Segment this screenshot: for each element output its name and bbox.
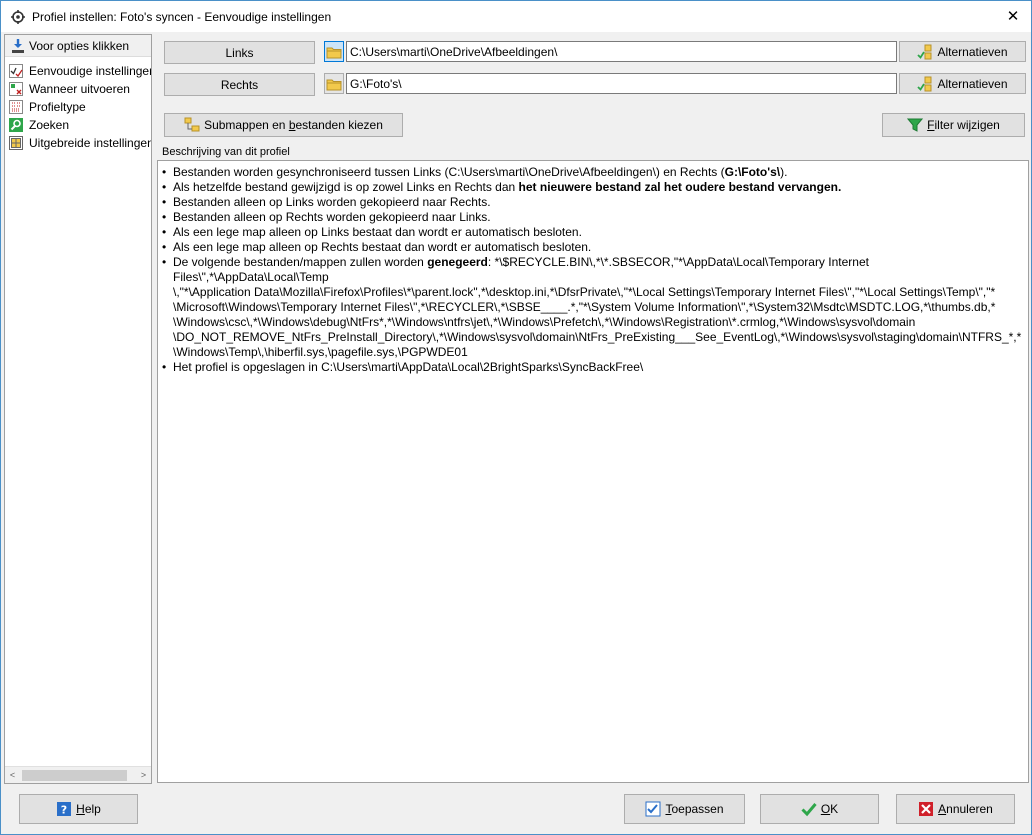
description-item: Bestanden alleen op Rechts worden gekopi… bbox=[162, 210, 1024, 225]
description-item: De volgende bestanden/mappen zullen word… bbox=[162, 255, 1024, 360]
ok-button[interactable]: OK bbox=[760, 794, 879, 824]
grid-icon bbox=[9, 136, 23, 150]
description-item: Als een lege map alleen op Links bestaat… bbox=[162, 225, 1024, 240]
options-header[interactable]: Voor opties klikken bbox=[5, 35, 151, 57]
options-header-label: Voor opties klikken bbox=[29, 38, 130, 53]
scroll-left-icon[interactable]: < bbox=[5, 768, 20, 783]
nav-item-eenvoudige-instellingen[interactable]: Eenvoudige instellingen bbox=[5, 62, 151, 80]
cancel-label: Annuleren bbox=[938, 802, 993, 816]
description-label: Beschrijving van dit profiel bbox=[162, 146, 290, 158]
window-title: Profiel instellen: Foto's syncen - Eenvo… bbox=[32, 9, 332, 24]
folder-icon bbox=[326, 79, 342, 90]
nav-item-label: Uitgebreide instellingen bbox=[29, 136, 151, 150]
links-button[interactable]: Links bbox=[164, 41, 315, 64]
horizontal-scrollbar[interactable]: < > bbox=[5, 766, 151, 783]
nav-item-label: Wanneer uitvoeren bbox=[29, 82, 130, 96]
description-box: Bestanden worden gesynchroniseerd tussen… bbox=[157, 160, 1029, 783]
links-browse-button[interactable] bbox=[324, 41, 344, 62]
cancel-button[interactable]: Annuleren bbox=[896, 794, 1015, 824]
rechts-button[interactable]: Rechts bbox=[164, 73, 315, 96]
cancel-icon bbox=[919, 802, 934, 816]
description-item: Als hetzelfde bestand gewijzigd is op zo… bbox=[162, 180, 1024, 195]
apply-icon bbox=[645, 801, 661, 817]
rechts-browse-button[interactable] bbox=[324, 73, 344, 94]
alternatives-icon bbox=[917, 44, 932, 59]
rechts-alternatives-button[interactable]: Alternatieven bbox=[899, 73, 1026, 94]
scroll-thumb[interactable] bbox=[22, 769, 127, 781]
description-item: Als een lege map alleen op Rechts bestaa… bbox=[162, 240, 1024, 255]
title-bar: Profiel instellen: Foto's syncen - Eenvo… bbox=[1, 1, 1031, 32]
search-icon bbox=[9, 118, 23, 132]
links-path-input[interactable] bbox=[346, 41, 897, 62]
links-alternatives-label: Alternatieven bbox=[937, 44, 1008, 59]
schedule-icon bbox=[9, 82, 23, 96]
alternatives-icon bbox=[917, 76, 932, 91]
nav-item-profieltype[interactable]: Profieltype bbox=[5, 98, 151, 116]
description-item: Bestanden alleen op Links worden gekopie… bbox=[162, 195, 1024, 210]
nav-item-wanneer-uitvoeren[interactable]: Wanneer uitvoeren bbox=[5, 80, 151, 98]
choose-subfolders-label: Submappen en bestanden kiezen bbox=[204, 118, 383, 132]
download-arrow-icon bbox=[12, 38, 24, 53]
description-item: Bestanden worden gesynchroniseerd tussen… bbox=[162, 165, 1024, 180]
profile-type-icon bbox=[9, 100, 23, 114]
ok-label: OK bbox=[820, 802, 839, 816]
links-button-label: Links bbox=[225, 45, 254, 60]
checkmark-icon bbox=[801, 803, 817, 817]
links-alternatives-button[interactable]: Alternatieven bbox=[899, 41, 1026, 62]
folder-icon bbox=[326, 47, 342, 58]
help-button[interactable]: ? Help bbox=[19, 794, 138, 824]
filter-icon bbox=[907, 118, 924, 132]
tree-folders-icon bbox=[184, 117, 200, 132]
close-button[interactable]: ✕ bbox=[1003, 6, 1023, 26]
rechts-alternatives-label: Alternatieven bbox=[937, 76, 1008, 91]
rechts-button-label: Rechts bbox=[220, 77, 259, 92]
options-nav: Eenvoudige instellingen Wanneer uitvoere… bbox=[5, 62, 151, 152]
change-filter-button[interactable]: Filter wijzigen bbox=[882, 113, 1025, 137]
help-icon: ? bbox=[57, 802, 72, 817]
nav-item-zoeken[interactable]: Zoeken bbox=[5, 116, 151, 134]
description-list: Bestanden worden gesynchroniseerd tussen… bbox=[162, 165, 1024, 375]
apply-button[interactable]: Toepassen bbox=[624, 794, 745, 824]
apply-label: Toepassen bbox=[665, 802, 724, 816]
close-icon: ✕ bbox=[1006, 8, 1020, 25]
scroll-right-icon[interactable]: > bbox=[136, 768, 151, 783]
options-panel: Voor opties klikken Eenvoudige instellin… bbox=[4, 34, 152, 784]
help-label: Help bbox=[76, 802, 101, 816]
nav-item-label: Eenvoudige instellingen bbox=[29, 64, 151, 78]
nav-item-label: Profieltype bbox=[29, 100, 86, 114]
nav-item-uitgebreide-instellingen[interactable]: Uitgebreide instellingen bbox=[5, 134, 151, 152]
checklist-icon bbox=[9, 64, 23, 78]
change-filter-label: Filter wijzigen bbox=[927, 118, 1000, 132]
dialog-window: Profiel instellen: Foto's syncen - Eenvo… bbox=[0, 0, 1032, 835]
nav-item-label: Zoeken bbox=[29, 118, 70, 132]
svg-text:?: ? bbox=[61, 804, 67, 817]
choose-subfolders-button[interactable]: Submappen en bestanden kiezen bbox=[164, 113, 403, 137]
description-item: Het profiel is opgeslagen in C:\Users\ma… bbox=[162, 360, 1024, 375]
rechts-path-input[interactable] bbox=[346, 73, 897, 94]
app-icon bbox=[11, 9, 25, 24]
